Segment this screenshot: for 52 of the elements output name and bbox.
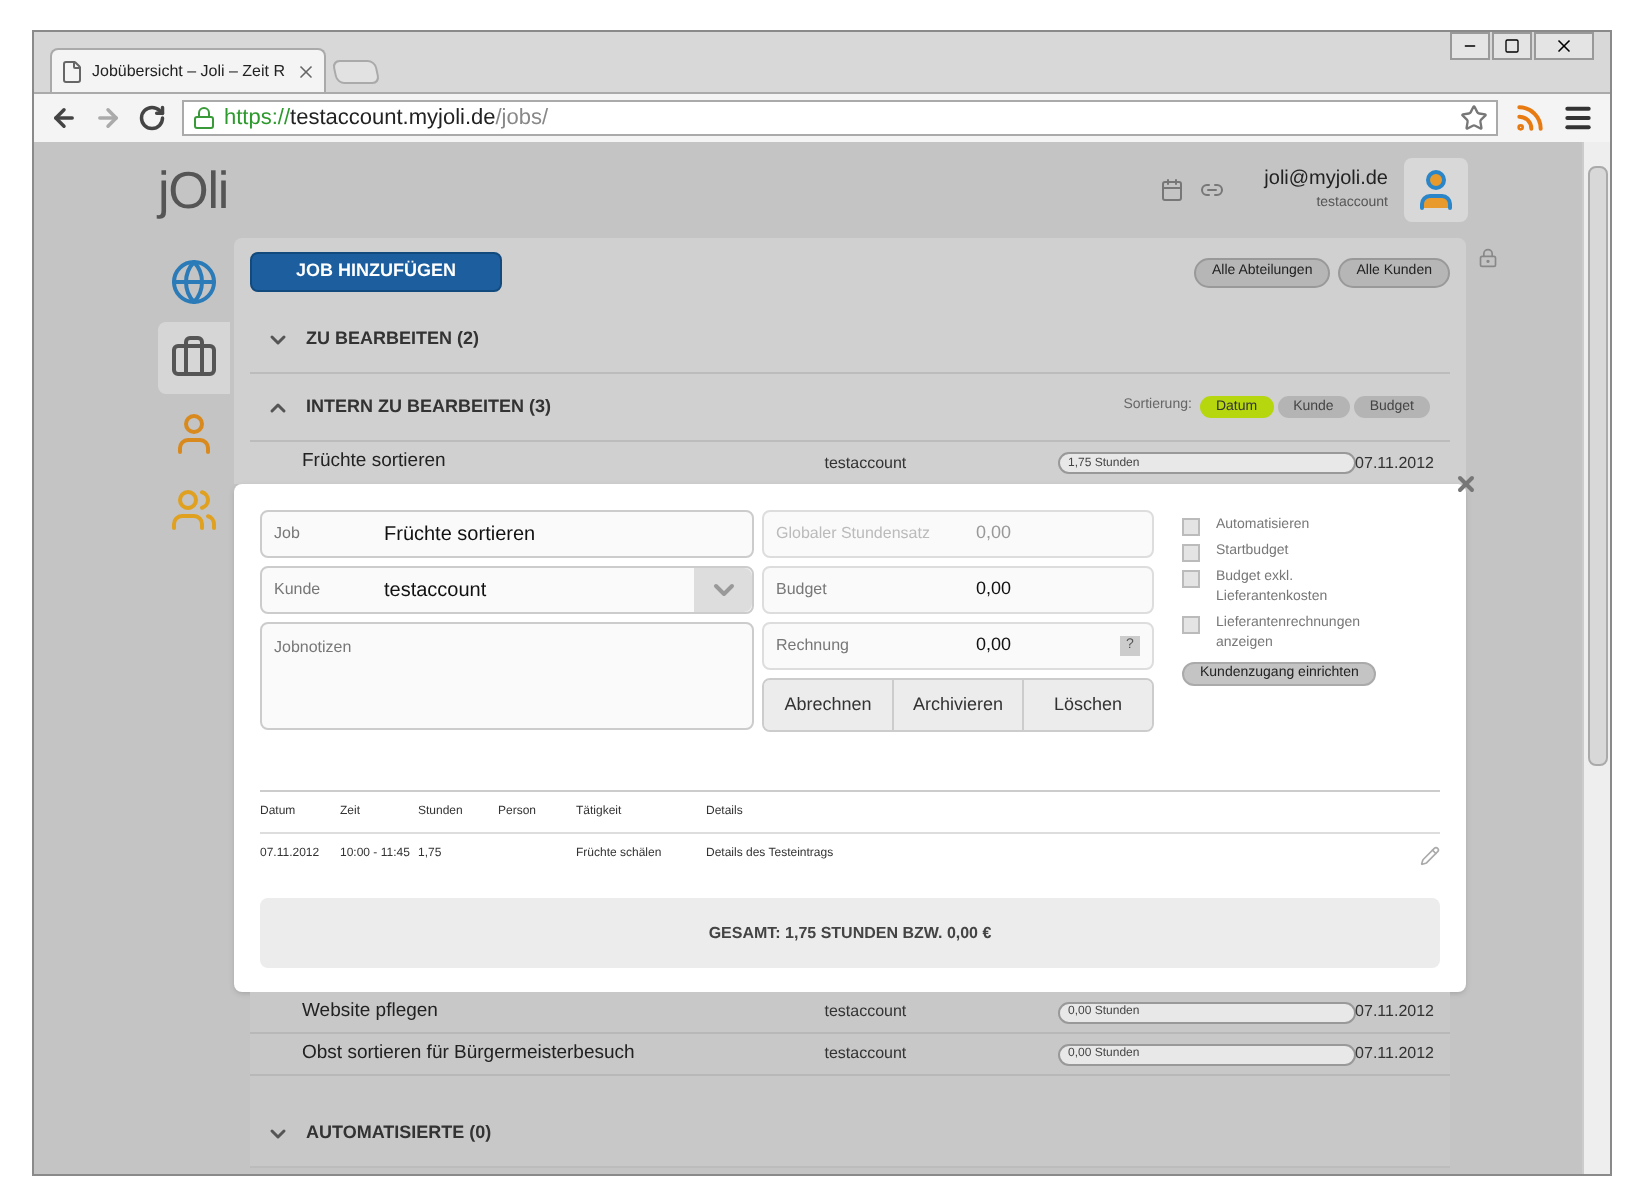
page-icon xyxy=(60,59,84,83)
scrollbar[interactable] xyxy=(1582,142,1610,1174)
logo[interactable]: jOli xyxy=(158,151,228,229)
job-name[interactable]: Früchte sortieren xyxy=(302,448,825,478)
budget-field[interactable]: Budget 0,00 xyxy=(762,566,1154,614)
lock-icon[interactable] xyxy=(1478,248,1498,268)
checkbox[interactable] xyxy=(1182,570,1200,588)
address-bar[interactable]: https://testaccount.myjoli.de/jobs/ xyxy=(182,100,1498,136)
customer-select[interactable]: Kunde testaccount xyxy=(260,566,754,614)
new-tab-button[interactable] xyxy=(331,60,381,84)
user-email: joli@myjoli.de xyxy=(1264,166,1388,195)
maximize-icon xyxy=(1504,38,1520,54)
close-icon[interactable] xyxy=(1454,472,1478,496)
avatar[interactable] xyxy=(1404,158,1468,222)
menu-icon[interactable] xyxy=(1562,102,1594,134)
browser-tab[interactable]: Jobübersicht – Joli – Zeit R xyxy=(50,48,326,92)
globe-icon xyxy=(170,258,218,306)
sidebar-item[interactable] xyxy=(158,322,230,394)
briefcase-icon xyxy=(170,334,218,382)
add-job-button[interactable]: JOB HINZUFÜGEN xyxy=(250,252,502,292)
close-icon[interactable] xyxy=(296,61,316,81)
reload-icon[interactable] xyxy=(138,104,166,132)
job-name[interactable]: Website pflegen xyxy=(302,997,825,1027)
job-customer: testaccount xyxy=(824,451,909,475)
notes-field[interactable]: Jobnotizen xyxy=(260,622,754,730)
job-name[interactable]: Obst sortieren für Bürgermeisterbesuch xyxy=(302,1039,825,1069)
checkbox[interactable] xyxy=(1182,544,1200,562)
maximize-button[interactable] xyxy=(1492,32,1532,60)
section-toggle[interactable]: AUTOMATISIERTE (0) xyxy=(266,1119,492,1147)
rss-icon[interactable] xyxy=(1514,102,1546,134)
job-customer: testaccount xyxy=(824,1000,909,1024)
section-toggle[interactable]: INTERN ZU BEARBEITEN (3) xyxy=(266,393,552,421)
job-date: 07.11.2012 xyxy=(1355,1042,1434,1066)
star-icon[interactable] xyxy=(1460,104,1488,132)
lock-icon xyxy=(192,106,216,130)
total-bar: GESAMT: 1,75 STUNDEN BZW. 0,00 € xyxy=(260,898,1440,968)
close-window-button[interactable] xyxy=(1534,32,1594,60)
job-field[interactable]: Job Früchte sortieren xyxy=(260,510,754,558)
job-customer: testaccount xyxy=(824,1042,909,1066)
checkbox[interactable] xyxy=(1182,518,1200,536)
forward-icon[interactable] xyxy=(94,104,122,132)
action-button[interactable]: Löschen xyxy=(1022,680,1152,730)
back-icon[interactable] xyxy=(50,104,78,132)
people-icon xyxy=(170,486,218,534)
close-icon xyxy=(1554,36,1574,56)
job-date: 07.11.2012 xyxy=(1355,451,1434,475)
edit-icon[interactable] xyxy=(1420,845,1440,865)
link-icon[interactable] xyxy=(1200,178,1225,202)
calendar-icon[interactable] xyxy=(1160,178,1185,202)
job-date: 07.11.2012 xyxy=(1355,1000,1434,1024)
checkbox[interactable] xyxy=(1182,616,1200,634)
section-toggle[interactable]: ZU BEARBEITEN (2) xyxy=(266,325,480,353)
